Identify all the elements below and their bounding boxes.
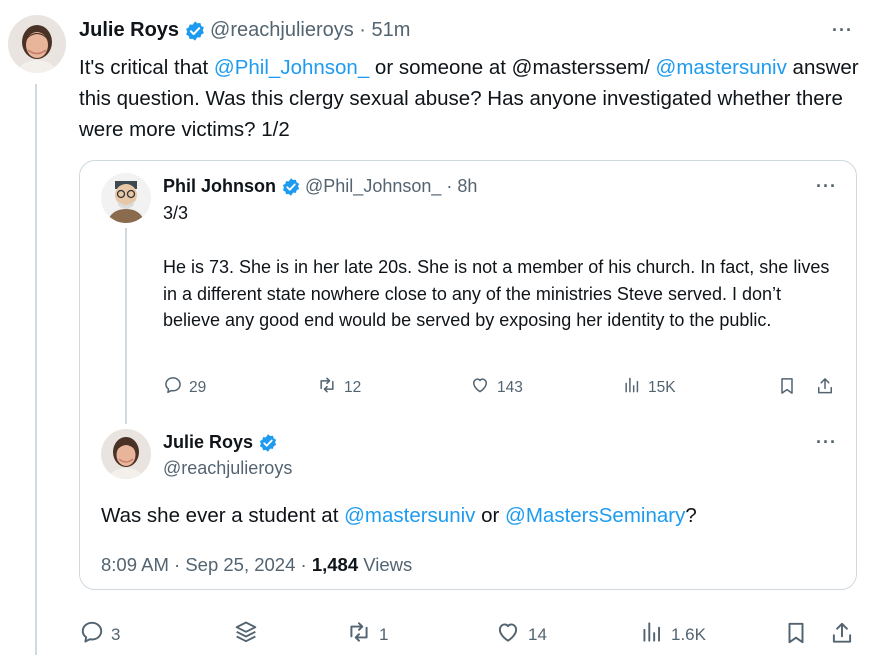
views-total: 1,484 (311, 554, 359, 575)
reply-icon (163, 375, 189, 400)
tweet-timestamp[interactable]: 8:09 AM · Sep 25, 2024 · (101, 554, 312, 575)
share-button[interactable] (815, 375, 841, 402)
bookmark-button[interactable] (777, 375, 803, 402)
verified-badge-icon (184, 20, 206, 42)
mention-link[interactable]: @MastersSeminary (505, 504, 685, 527)
like-count: 14 (528, 624, 547, 644)
share-button[interactable] (829, 619, 861, 652)
bookmark-icon (783, 619, 815, 652)
more-icon[interactable]: ··· (816, 432, 837, 453)
avatar[interactable] (101, 429, 151, 479)
inner-thread-connector (125, 228, 127, 424)
like-button[interactable]: 14 (494, 619, 547, 650)
reply-count: 3 (111, 624, 121, 644)
author-handle[interactable]: @reachjulieroys (210, 19, 354, 42)
views-icon (622, 375, 648, 400)
views-icon (639, 619, 671, 650)
tweet-header: Julie Roys @reachjulieroys · 51m (79, 19, 410, 42)
share-icon (829, 619, 861, 652)
share-icon (815, 375, 841, 402)
reply-button[interactable]: 29 (163, 375, 206, 400)
separator: · (353, 19, 372, 41)
bookmark-icon (777, 375, 803, 402)
views-count: 1.6K (671, 624, 706, 644)
reply-text-part: Was she ever a student at (101, 504, 345, 527)
tweet-time[interactable]: 8h (457, 176, 477, 197)
tweet-time[interactable]: 51m (372, 19, 411, 42)
reply-text-part: or (475, 504, 506, 527)
quoted-tweet-header: Phil Johnson @Phil_Johnson_ · 8h (163, 176, 477, 197)
like-icon (494, 619, 528, 650)
reply-author: Julie Roys (163, 432, 282, 453)
repost-count: 12 (344, 378, 362, 396)
separator: · (441, 176, 458, 196)
more-icon[interactable]: ··· (832, 20, 853, 41)
mention-link[interactable]: @mastersuniv (344, 504, 475, 527)
views-button[interactable]: 15K (622, 375, 676, 400)
tweet-text-part: It's critical that (79, 56, 214, 79)
reply-icon (79, 619, 111, 650)
tweet-text: It's critical that @Phil_Johnson_ or som… (79, 52, 859, 145)
views-label: Views (358, 554, 413, 575)
repost-icon (316, 375, 344, 400)
repost-count: 1 (379, 624, 389, 644)
views-button[interactable]: 1.6K (639, 619, 706, 650)
verified-badge-icon (281, 177, 301, 197)
author-name[interactable]: Julie Roys (163, 432, 253, 453)
repost-icon (345, 619, 379, 650)
author-handle[interactable]: @reachjulieroys (163, 458, 292, 479)
mention-link[interactable]: @mastersuniv (656, 56, 787, 79)
tweet-text-part: or someone at @masterssem/ (369, 56, 656, 79)
quoted-tweet-text: He is 73. She is in her late 20s. She is… (163, 257, 830, 330)
reply-text: Was she ever a student at @mastersuniv o… (101, 504, 697, 528)
verified-badge-icon (258, 433, 278, 453)
grok-button[interactable] (231, 619, 267, 652)
thread-connector-line (35, 84, 37, 655)
author-name[interactable]: Phil Johnson (163, 176, 276, 197)
bookmark-button[interactable] (783, 619, 815, 652)
author-name[interactable]: Julie Roys (79, 19, 179, 42)
repost-button[interactable]: 12 (316, 375, 361, 400)
author-handle[interactable]: @Phil_Johnson_ (305, 176, 441, 197)
like-button[interactable]: 143 (469, 375, 523, 400)
reply-count: 29 (189, 378, 207, 396)
more-icon[interactable]: ··· (816, 176, 837, 197)
like-icon (469, 375, 497, 400)
repost-button[interactable]: 1 (345, 619, 388, 650)
avatar[interactable] (8, 15, 66, 73)
reply-button[interactable]: 3 (79, 619, 120, 650)
avatar[interactable] (101, 173, 151, 223)
views-count: 15K (648, 378, 676, 396)
tweet-actions: 3 1 14 1.6K (79, 619, 869, 647)
quoted-tweet-actions: 29 12 143 15K (163, 375, 843, 399)
reply-text-part: ? (685, 504, 697, 527)
tweet-meta: 8:09 AM · Sep 25, 2024 · 1,484 Views (101, 554, 412, 576)
grok-icon (231, 619, 267, 652)
mention-link[interactable]: @Phil_Johnson_ (214, 56, 369, 79)
like-count: 143 (497, 378, 523, 396)
thread-count: 3/3 (163, 203, 189, 223)
